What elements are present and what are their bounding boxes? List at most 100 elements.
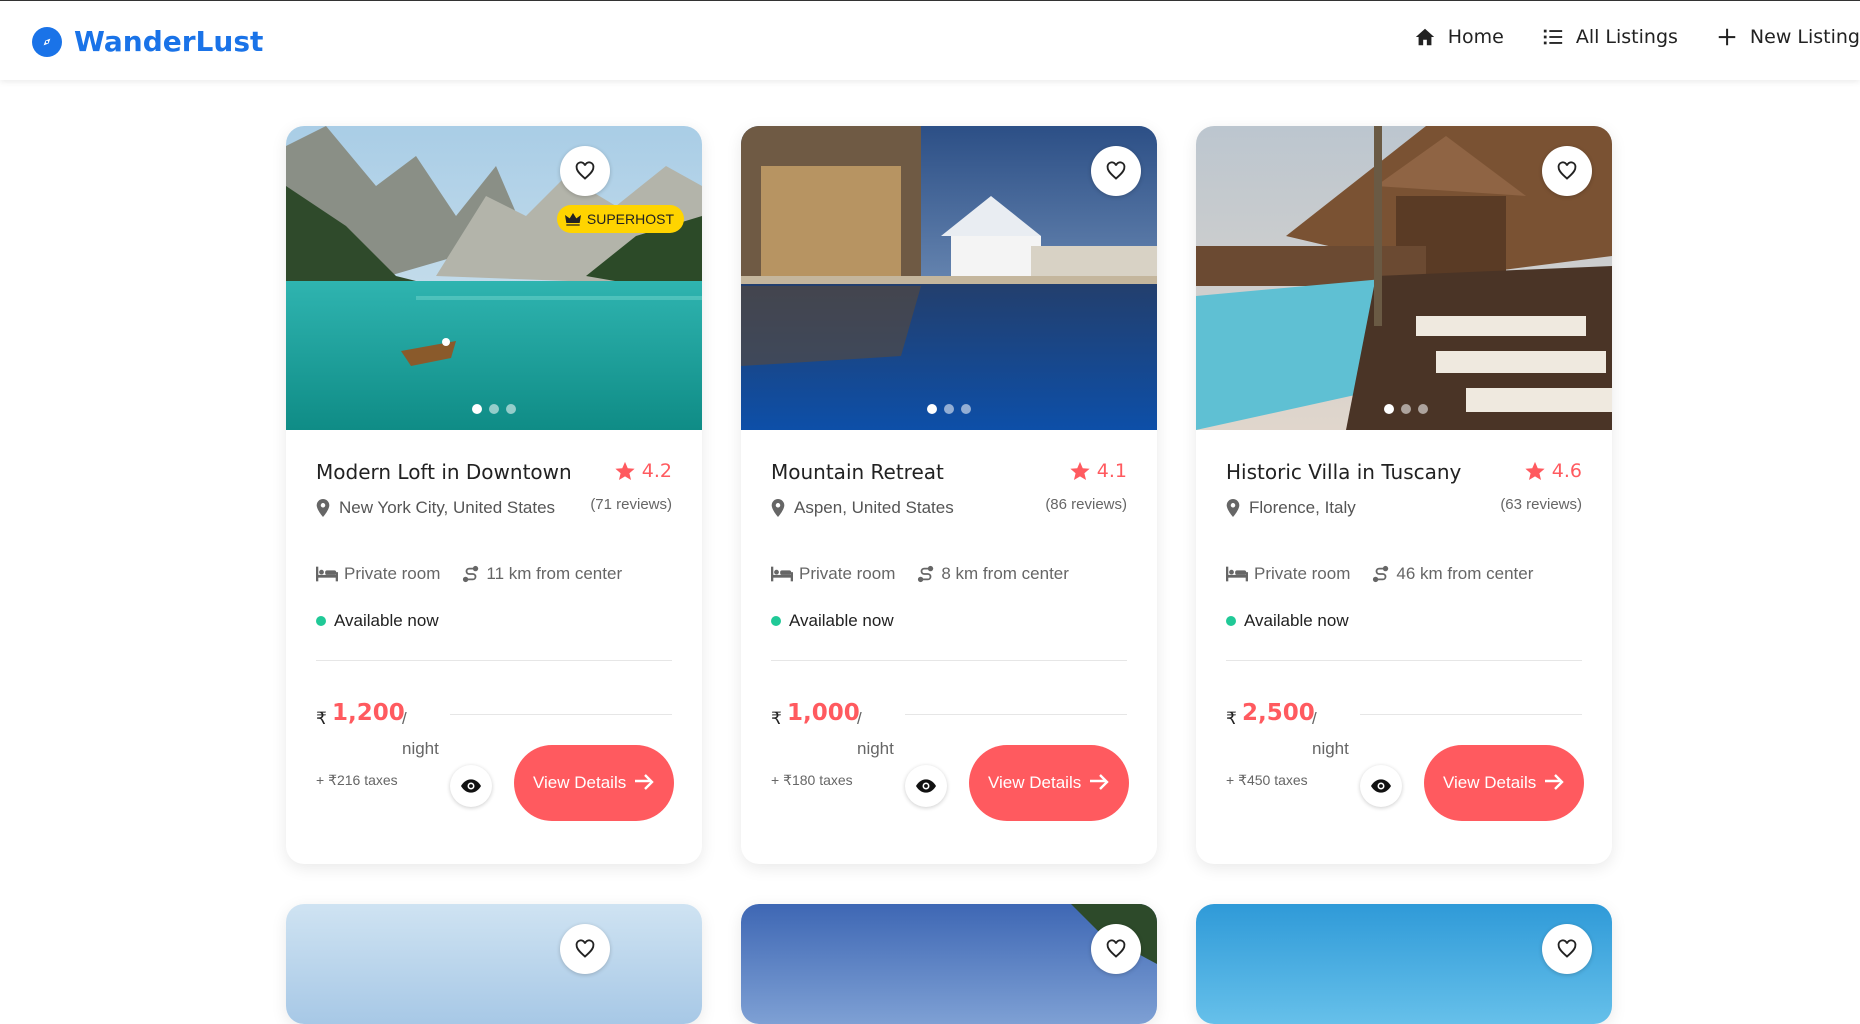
location-text: Florence, Italy [1249, 498, 1356, 517]
price-value: 2,500 [1242, 700, 1315, 726]
quick-view-button[interactable] [1360, 765, 1402, 807]
carousel-dot[interactable] [927, 404, 937, 414]
price-slash: / [857, 709, 862, 728]
sky-photo [286, 904, 702, 1024]
carousel-dot[interactable] [472, 404, 482, 414]
listing-title[interactable]: Historic Villa in Tuscany [1226, 460, 1461, 484]
favorite-button[interactable] [1091, 146, 1141, 196]
quick-view-button[interactable] [450, 765, 492, 807]
listing-card[interactable]: Historic Villa in Tuscany 4.6 (63 review… [1196, 126, 1612, 864]
arrow-right-icon [1090, 774, 1109, 790]
listing-meta: Private room 46 km from center [1226, 564, 1533, 584]
listing-meta: Private room 8 km from center [771, 564, 1069, 584]
crown-icon [564, 213, 581, 226]
listing-rating: 4.1 [1069, 460, 1127, 482]
listing-meta: Private room 11 km from center [316, 564, 622, 584]
carousel-dot[interactable] [944, 404, 954, 414]
view-details-label: View Details [1443, 773, 1537, 792]
currency-symbol: ₹ [771, 709, 782, 728]
brand-logo[interactable]: WanderLust [32, 25, 263, 58]
listing-card[interactable] [286, 904, 702, 1024]
listing-location: New York City, United States [316, 498, 555, 518]
plus-icon [1718, 28, 1736, 46]
price-value: 1,000 [787, 700, 860, 726]
favorite-button[interactable] [560, 146, 610, 196]
nav-home[interactable]: Home [1414, 26, 1504, 48]
listing-card[interactable] [1196, 904, 1612, 1024]
price-divider [1360, 714, 1582, 715]
quick-view-button[interactable] [905, 765, 947, 807]
brand-name: WanderLust [74, 25, 264, 58]
currency-symbol: ₹ [316, 709, 327, 728]
listing-card[interactable]: Mountain Retreat 4.1 (86 reviews) Aspen,… [741, 126, 1157, 864]
divider [771, 660, 1127, 661]
bed-icon [316, 566, 338, 582]
view-details-button[interactable]: View Details [1424, 745, 1584, 821]
superhost-badge: SUPERHOST [556, 205, 684, 233]
heart-icon [1557, 161, 1577, 180]
carousel-dot[interactable] [961, 404, 971, 414]
listing-image[interactable] [1196, 904, 1612, 1024]
price-divider [450, 714, 672, 715]
listing-image[interactable] [286, 904, 702, 1024]
star-icon [615, 461, 635, 480]
nav-links: Home All Listings New Listing [1414, 26, 1860, 48]
listing-image[interactable]: SUPERHOST [286, 126, 702, 430]
location-text: Aspen, United States [794, 498, 954, 517]
price-divider [905, 714, 1127, 715]
listing-rating: 4.2 [614, 460, 672, 482]
superhost-label: SUPERHOST [586, 211, 674, 227]
lake-photo [286, 126, 702, 430]
divider [316, 660, 672, 661]
carousel-dot[interactable] [1418, 404, 1428, 414]
map-pin-icon [316, 499, 330, 517]
availability-text: Available now [1244, 611, 1349, 630]
route-icon [1373, 565, 1389, 583]
carousel-dot[interactable] [489, 404, 499, 414]
view-details-button[interactable]: View Details [969, 745, 1129, 821]
room-type: Private room [1254, 564, 1351, 583]
taxes-text: + ₹450 taxes [1226, 772, 1308, 788]
availability-text: Available now [789, 611, 894, 630]
room-type: Private room [799, 564, 896, 583]
available-dot [316, 616, 326, 626]
listing-card[interactable]: SUPERHOST Modern Loft in Downtown 4.2 (7… [286, 126, 702, 864]
compass-icon [32, 26, 62, 57]
view-details-button[interactable]: View Details [514, 745, 674, 821]
map-pin-icon [771, 499, 785, 517]
distance: 46 km from center [1396, 564, 1534, 583]
home-icon [1415, 28, 1434, 46]
image-carousel-dots [741, 404, 1157, 414]
heart-icon [575, 161, 595, 180]
listing-card[interactable] [741, 904, 1157, 1024]
arrow-right-icon [1545, 774, 1564, 790]
carousel-dot[interactable] [506, 404, 516, 414]
favorite-button[interactable] [1542, 146, 1592, 196]
heart-icon [575, 939, 595, 958]
favorite-button[interactable] [560, 924, 610, 974]
carousel-dot[interactable] [1384, 404, 1394, 414]
carousel-dot[interactable] [1401, 404, 1411, 414]
location-text: New York City, United States [339, 498, 556, 517]
listing-image[interactable] [741, 904, 1157, 1024]
listing-title[interactable]: Modern Loft in Downtown [316, 460, 572, 484]
star-icon [1070, 461, 1090, 480]
listing-title[interactable]: Mountain Retreat [771, 460, 944, 484]
eye-icon [461, 779, 481, 793]
favorite-button[interactable] [1091, 924, 1141, 974]
availability-text: Available now [334, 611, 439, 630]
arrow-right-icon [635, 774, 654, 790]
nav-all-listings[interactable]: All Listings [1542, 26, 1678, 48]
list-icon [1543, 29, 1562, 45]
star-icon [1525, 461, 1545, 480]
heart-icon [1557, 939, 1577, 958]
tropical-photo [741, 904, 1157, 1024]
map-pin-icon [1226, 499, 1240, 517]
favorite-button[interactable] [1542, 924, 1592, 974]
divider [1226, 660, 1582, 661]
listing-image[interactable] [1196, 126, 1612, 430]
listing-image[interactable] [741, 126, 1157, 430]
listing-rating: 4.6 [1524, 460, 1582, 482]
nav-new-listing[interactable]: New Listing [1716, 26, 1860, 48]
route-icon [463, 565, 479, 583]
